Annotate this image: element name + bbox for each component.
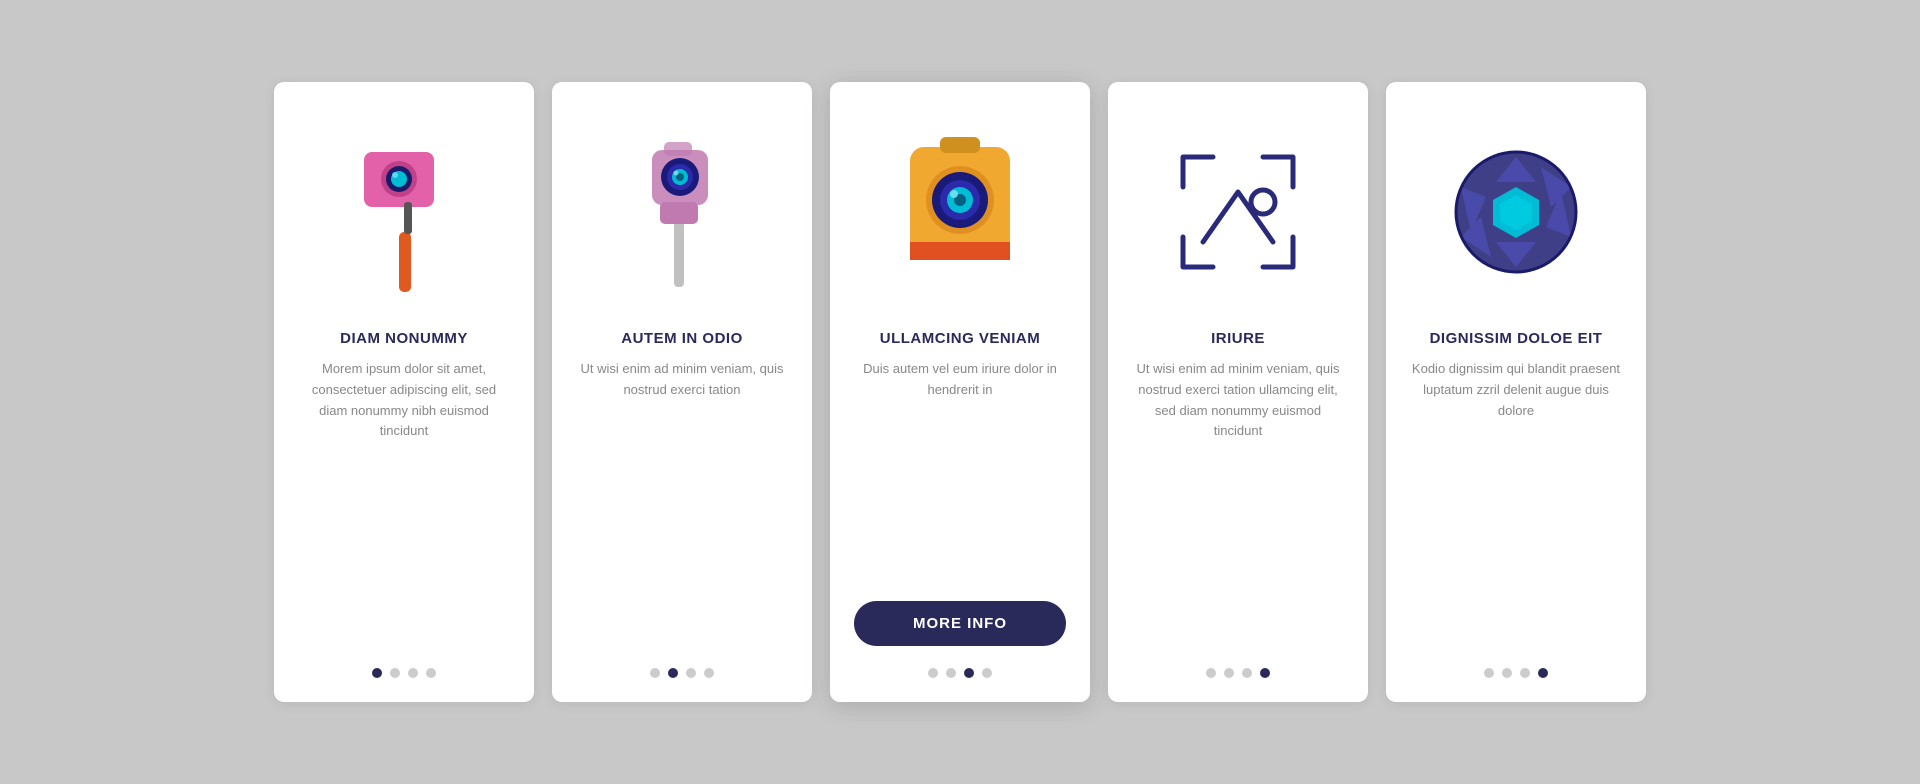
- card-5-dots: [1484, 668, 1548, 678]
- dot: [1260, 668, 1270, 678]
- icon-photo-frame: [1132, 112, 1344, 312]
- card-1-text: Morem ipsum dolor sit amet, consectetuer…: [298, 359, 510, 646]
- card-1-dots: [372, 668, 436, 678]
- dot: [372, 668, 382, 678]
- card-autem-in-odio: AUTEM IN ODIO Ut wisi enim ad minim veni…: [552, 82, 812, 702]
- dot: [946, 668, 956, 678]
- card-4-title: IRIURE: [1211, 330, 1265, 347]
- dot: [668, 668, 678, 678]
- dot: [1502, 668, 1512, 678]
- card-5-title: DIGNISSIM DOLOE EIT: [1430, 330, 1603, 347]
- card-2-title: AUTEM IN ODIO: [621, 330, 743, 347]
- card-4-dots: [1206, 668, 1270, 678]
- icon-aperture: [1410, 112, 1622, 312]
- card-ullamcing-veniam: ULLAMCING VENIAM Duis autem vel eum iriu…: [830, 82, 1090, 702]
- card-5-text: Kodio dignissim qui blandit praesent lup…: [1410, 359, 1622, 646]
- dot: [1206, 668, 1216, 678]
- cards-container: DIAM NONUMMY Morem ipsum dolor sit amet,…: [214, 42, 1706, 742]
- dot: [704, 668, 714, 678]
- dot: [390, 668, 400, 678]
- dot: [1242, 668, 1252, 678]
- dot: [650, 668, 660, 678]
- card-dignissim-doloe-eit: DIGNISSIM DOLOE EIT Kodio dignissim qui …: [1386, 82, 1646, 702]
- card-2-text: Ut wisi enim ad minim veniam, quis nostr…: [576, 359, 788, 646]
- card-diam-nonummy: DIAM NONUMMY Morem ipsum dolor sit amet,…: [274, 82, 534, 702]
- dot: [982, 668, 992, 678]
- more-info-button[interactable]: MORE INFO: [854, 601, 1066, 646]
- dot: [1520, 668, 1530, 678]
- dot: [426, 668, 436, 678]
- card-2-dots: [650, 668, 714, 678]
- icon-selfie-stick: [298, 112, 510, 312]
- card-3-dots: [928, 668, 992, 678]
- card-1-title: DIAM NONUMMY: [340, 330, 468, 347]
- card-4-text: Ut wisi enim ad minim veniam, quis nostr…: [1132, 359, 1344, 646]
- icon-camera-stick: [576, 112, 788, 312]
- dot: [964, 668, 974, 678]
- card-iriure: IRIURE Ut wisi enim ad minim veniam, qui…: [1108, 82, 1368, 702]
- dot: [1224, 668, 1234, 678]
- dot: [1484, 668, 1494, 678]
- card-3-title: ULLAMCING VENIAM: [880, 330, 1041, 347]
- dot: [1538, 668, 1548, 678]
- dot: [686, 668, 696, 678]
- dot: [408, 668, 418, 678]
- card-3-text: Duis autem vel eum iriure dolor in hendr…: [854, 359, 1066, 583]
- dot: [928, 668, 938, 678]
- icon-action-camera: [854, 112, 1066, 312]
